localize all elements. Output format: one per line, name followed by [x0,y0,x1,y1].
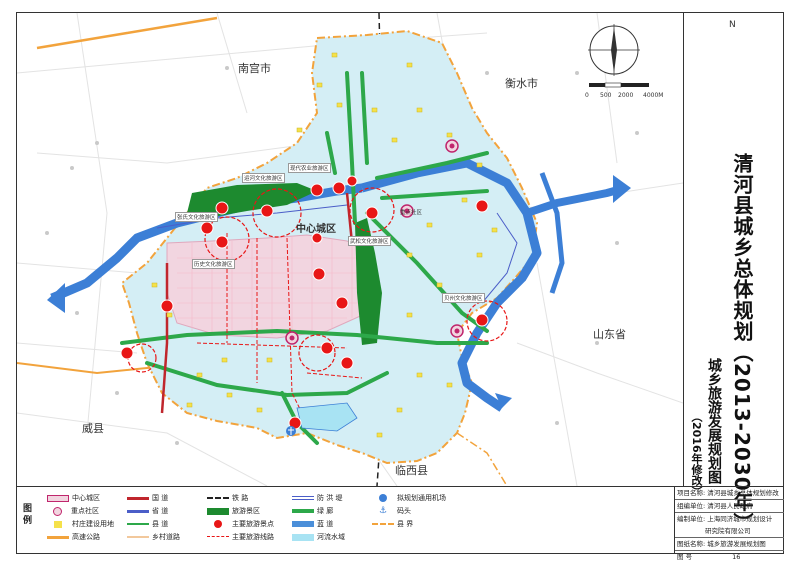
airport-marker [286,426,296,436]
legend-blueway: 蓝 道 [292,519,333,529]
label-scenic-history: 历史文化旅游区 [192,259,235,269]
legend-county-boundary: 县 界 [372,519,413,529]
label-linxi: 临西县 [395,464,428,477]
legend-rural-road: 乡村道路 [127,532,180,542]
legend-main-spot: 主要旅游景点 [207,519,274,529]
label-center-city: 中心城区 [296,224,336,235]
legend-greenway: 绿 廊 [292,506,333,516]
legend-national-road: 国 道 [127,493,168,503]
label-scenic-agri: 现代农业旅游区 [288,163,331,173]
legend: 图 例 中心城区 重点社区 村庄建设用地 高速公路 国 道 省 道 县 道 乡村… [17,486,674,553]
anchor-icon: ⚓ [378,506,388,516]
info-designer-row2: 研究院有限公司 [675,525,784,538]
label-scenic-beizhou: 贝州文化旅游区 [442,293,485,303]
legend-expressway: 高速公路 [47,532,100,542]
legend-pier: ⚓ 码头 [372,506,411,516]
main-title: 清河县城乡总体规划（2013-2030年） [730,153,754,534]
legend-tourism-area: 旅游景区 [207,506,260,516]
legend-center-area: 中心城区 [47,493,100,503]
info-project-row: 项目名称: 清河县城乡总体规划修改 [675,487,784,500]
legend-main-route: 主要旅游线路 [207,532,274,542]
label-scenic-zhang: 张氏文化旅游区 [175,212,218,222]
legend-airport: 拟规划通用机场 [372,493,446,503]
legend-railway: 铁 路 [207,493,248,503]
drawing-info-block: 项目名称: 清河县城乡总体规划修改 组编单位: 清河县人民政府 编制单位: 上海… [674,486,784,561]
label-shandong: 山东省 [593,328,626,341]
scale-label-500: 500 [600,92,612,99]
info-org-row: 组编单位: 清河县人民政府 [675,500,784,513]
info-designer-row: 编制单位: 上海同济城市规划设计 [677,515,773,523]
edition-note: （2016年修改） [690,411,703,497]
label-key-community: 重点社区 [400,210,423,216]
label-weixian: 威县 [82,422,104,435]
label-nangong: 南宫市 [238,62,271,75]
label-scenic-canal: 运河文化旅游区 [242,173,285,183]
info-number-row: 图 号 16 [677,553,741,561]
subtitle: 城乡旅游发展规划图 [706,358,722,484]
label-hengshui: 衡水市 [505,77,538,90]
legend-heading: 图 例 [21,503,31,525]
title-panel: 清河县城乡总体规划（2013-2030年） 城乡旅游发展规划图 （2016年修改… [683,13,783,534]
label-scenic-wusong: 武松文化旅游区 [348,236,391,246]
legend-county-road: 县 道 [127,519,168,529]
legend-embankment: 防 洪 堤 [292,493,342,503]
legend-river: 河流水域 [292,532,345,542]
map-canvas[interactable] [17,13,683,486]
scale-label-4000: 4000M [643,92,664,99]
info-drawing-row: 图纸名称: 城乡旅游发展规划图 [675,538,784,551]
legend-village-land: 村庄建设用地 [47,519,114,529]
legend-key-community: 重点社区 [47,506,99,516]
scale-label-0: 0 [585,92,589,99]
scale-label-2000: 2000 [618,92,634,99]
legend-provincial-road: 省 道 [127,506,168,516]
scale-bar [589,82,649,88]
center-urban-area [166,234,368,339]
